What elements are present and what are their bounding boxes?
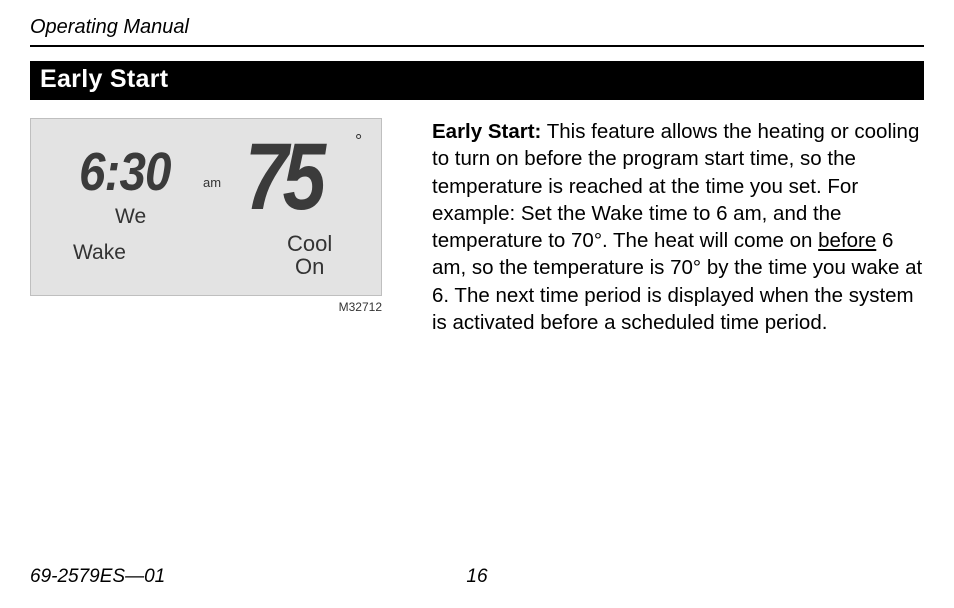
thermostat-lcd: 6:30 am We Wake 75 ° Cool On: [30, 118, 382, 296]
lcd-degree-icon: °: [355, 131, 362, 152]
thermostat-figure: 6:30 am We Wake 75 ° Cool On M32712: [30, 118, 406, 314]
text-column: Early Start: This feature allows the hea…: [432, 118, 924, 336]
content-columns: 6:30 am We Wake 75 ° Cool On M32712 Earl…: [30, 118, 924, 336]
lcd-period: Wake: [73, 241, 126, 265]
figure-code: M32712: [30, 300, 382, 314]
page-footer: 69-2579ES—01 16: [30, 566, 924, 588]
lcd-mode-line2: On: [295, 254, 324, 280]
section-title-bar: Early Start: [30, 61, 924, 100]
lcd-temperature: 75: [245, 123, 320, 232]
header-rule: [30, 45, 924, 47]
lcd-ampm: am: [203, 175, 221, 190]
body-paragraph: Early Start: This feature allows the hea…: [432, 118, 924, 336]
figure-column: 6:30 am We Wake 75 ° Cool On M32712: [30, 118, 406, 336]
lcd-day: We: [115, 205, 146, 229]
manual-page: Operating Manual Early Start 6:30 am We …: [0, 0, 954, 608]
lead-term: Early Start:: [432, 120, 541, 143]
running-head: Operating Manual: [30, 16, 924, 39]
page-number: 16: [447, 566, 507, 588]
lcd-time: 6:30: [79, 141, 171, 203]
underlined-word: before: [818, 229, 876, 252]
